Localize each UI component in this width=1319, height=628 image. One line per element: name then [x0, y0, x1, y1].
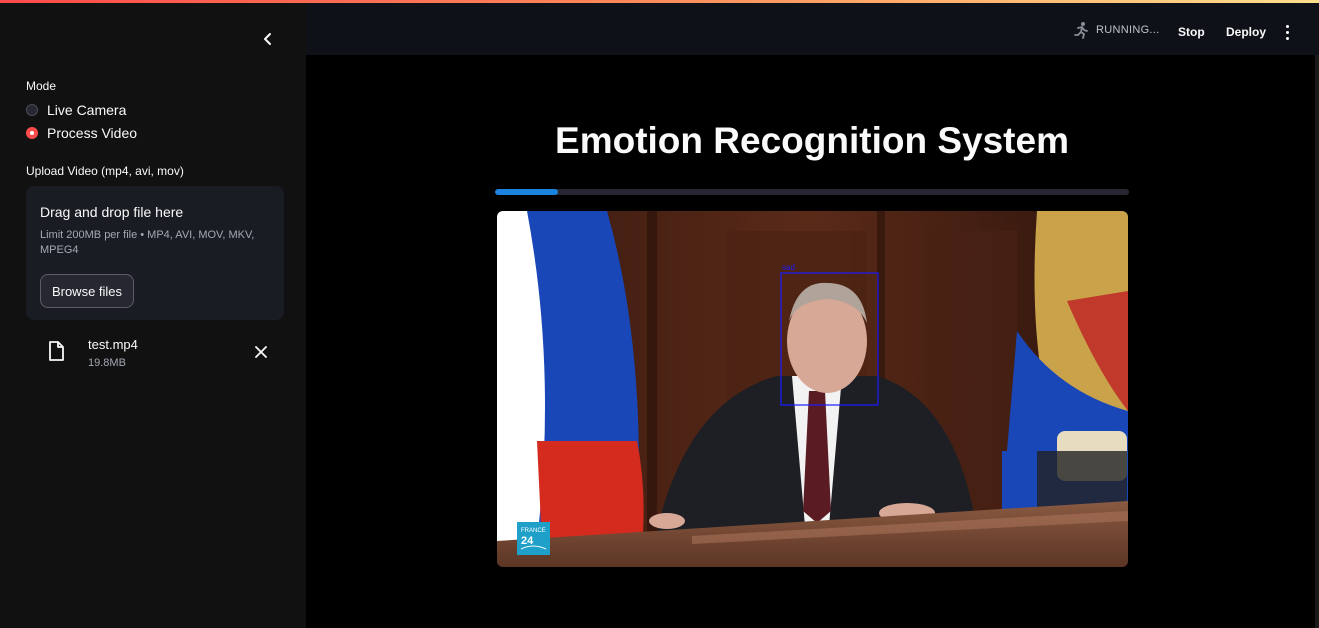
sidebar: Mode Live Camera Process Video Upload Vi… — [0, 3, 306, 628]
video-frame: sad FRANCE 24 — [497, 211, 1128, 567]
mode-label: Mode — [26, 79, 57, 93]
radio-label: Live Camera — [47, 102, 127, 118]
progress-fill — [495, 189, 559, 195]
close-icon — [255, 346, 267, 358]
video-frame-image: sad FRANCE 24 — [497, 211, 1128, 567]
upload-label: Upload Video (mp4, avi, mov) — [26, 164, 184, 178]
page-title: Emotion Recognition System — [555, 120, 1069, 161]
detection-label: sad — [782, 263, 795, 272]
remove-file-button[interactable] — [252, 343, 270, 361]
radio-circle[interactable] — [26, 104, 38, 116]
running-person-icon — [1074, 22, 1088, 39]
file-icon — [46, 340, 66, 367]
app-header: RUNNING... Stop Deploy — [306, 3, 1319, 55]
scrollbar-track[interactable] — [1315, 55, 1319, 628]
deploy-button[interactable]: Deploy — [1226, 25, 1266, 39]
radio-process-video[interactable]: Process Video — [26, 125, 137, 141]
uploaded-file-name: test.mp4 — [88, 337, 138, 352]
radio-label: Process Video — [47, 125, 138, 141]
chevron-left-icon — [264, 33, 271, 45]
dropzone-limit: Limit 200MB per file • MP4, AVI, MOV, MK… — [40, 229, 255, 256]
watermark-line-2: 24 — [521, 535, 534, 547]
stop-button[interactable]: Stop — [1178, 25, 1205, 39]
collapse-sidebar-button[interactable] — [256, 27, 280, 51]
uploaded-file-size: 19.8MB — [88, 357, 126, 369]
file-dropzone[interactable]: Drag and drop file here Limit 200MB per … — [26, 186, 284, 320]
kebab-menu-icon[interactable] — [1281, 23, 1293, 41]
dropzone-title: Drag and drop file here — [40, 204, 184, 220]
processing-progress-bar — [495, 189, 1129, 195]
radio-circle-selected[interactable] — [26, 127, 38, 139]
running-status-text: RUNNING... — [1096, 24, 1160, 36]
running-status: RUNNING... — [1072, 21, 1160, 39]
radio-live-camera[interactable]: Live Camera — [26, 102, 126, 118]
browse-files-button[interactable]: Browse files — [40, 274, 134, 308]
watermark-line-1: FRANCE — [521, 528, 546, 534]
